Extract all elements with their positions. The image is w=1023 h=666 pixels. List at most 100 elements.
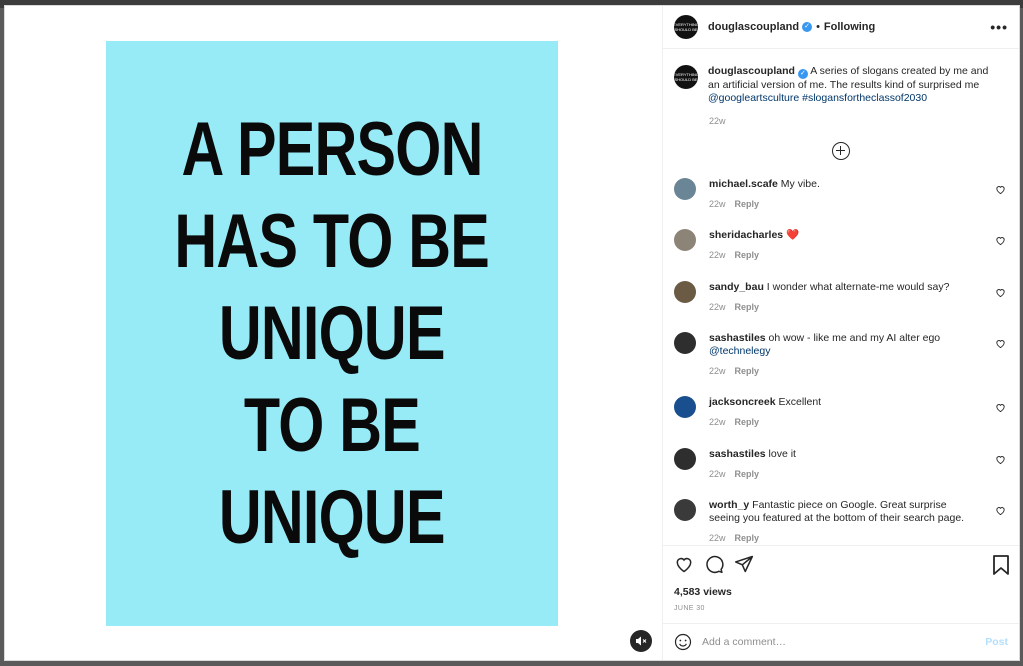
comment-row: sandy_bau I wonder what alternate-me wou… bbox=[674, 281, 1006, 312]
post-modal: A PERSON HAS TO BE UNIQUE TO BE UNIQUE E… bbox=[4, 5, 1020, 661]
comment-body: sashastiles love it 22w Reply bbox=[709, 448, 979, 479]
comment-input[interactable] bbox=[702, 636, 986, 648]
comment-row: sashastiles oh wow - like me and my AI a… bbox=[674, 332, 1006, 376]
post-media: A PERSON HAS TO BE UNIQUE TO BE UNIQUE bbox=[5, 6, 663, 660]
comment-username[interactable]: worth_y bbox=[709, 499, 749, 511]
comment-meta: 22w Reply bbox=[709, 469, 979, 479]
caption-avatar[interactable]: EVERYTHING SHOULD BE bbox=[674, 65, 698, 89]
avatar-text: EVERYTHING SHOULD BE bbox=[674, 22, 698, 32]
comment-meta: 22w Reply bbox=[709, 366, 979, 376]
comment-avatar[interactable] bbox=[674, 332, 696, 354]
comment-message: Excellent bbox=[775, 396, 822, 408]
comment-body: jacksoncreek Excellent 22w Reply bbox=[709, 396, 979, 427]
post-actions: 4,583 views JUNE 30 bbox=[663, 545, 1019, 623]
comment-text: michael.scafe My vibe. bbox=[709, 178, 979, 191]
heart-icon[interactable] bbox=[995, 338, 1006, 349]
reply-button[interactable]: Reply bbox=[735, 366, 760, 376]
poster-line-5: UNIQUE bbox=[219, 474, 446, 560]
comment-row: sheridacharles ❤️ 22w Reply bbox=[674, 229, 1006, 260]
reply-button[interactable]: Reply bbox=[735, 250, 760, 260]
header-username[interactable]: douglascoupland bbox=[708, 21, 799, 33]
heart-icon[interactable] bbox=[995, 505, 1006, 516]
reply-button[interactable]: Reply bbox=[735, 469, 760, 479]
post-header: EVERYTHING SHOULD BE douglascoupland ✓ •… bbox=[663, 6, 1019, 49]
caption-time: 22w bbox=[709, 116, 726, 126]
separator-dot: • bbox=[816, 21, 820, 33]
comment-avatar[interactable] bbox=[674, 229, 696, 251]
plus-circle-icon[interactable] bbox=[832, 142, 850, 160]
comment-body: worth_y Fantastic piece on Google. Great… bbox=[709, 499, 979, 543]
comment-time[interactable]: 22w bbox=[709, 250, 726, 260]
heart-icon[interactable] bbox=[995, 454, 1006, 465]
comment-row: sashastiles love it 22w Reply bbox=[674, 448, 1006, 479]
comment-row: michael.scafe My vibe. 22w Reply bbox=[674, 178, 1006, 209]
heart-icon[interactable] bbox=[995, 287, 1006, 298]
comment-mention-link[interactable]: @technelegy bbox=[709, 345, 770, 357]
reply-button[interactable]: Reply bbox=[735, 417, 760, 427]
comment-avatar[interactable] bbox=[674, 178, 696, 200]
reply-button[interactable]: Reply bbox=[735, 302, 760, 312]
comment-icon[interactable] bbox=[704, 554, 724, 574]
comment-username[interactable]: sheridacharles bbox=[709, 229, 783, 241]
comment-avatar[interactable] bbox=[674, 396, 696, 418]
share-icon[interactable] bbox=[734, 554, 754, 574]
comment-username[interactable]: sashastiles bbox=[709, 332, 766, 344]
action-icons bbox=[674, 554, 754, 574]
post-date[interactable]: JUNE 30 bbox=[674, 605, 705, 612]
avatar-text: EVERYTHING SHOULD BE bbox=[674, 72, 698, 82]
verified-icon: ✓ bbox=[802, 22, 813, 32]
comment-time[interactable]: 22w bbox=[709, 417, 726, 427]
caption-hashtag-link[interactable]: #slogansfortheclassof2030 bbox=[799, 92, 927, 104]
poster-line-3: UNIQUE bbox=[219, 290, 446, 376]
comment-avatar[interactable] bbox=[674, 281, 696, 303]
emoji-icon[interactable] bbox=[674, 633, 692, 651]
comment-meta: 22w Reply bbox=[709, 417, 979, 427]
comment-username[interactable]: sandy_bau bbox=[709, 281, 764, 293]
more-icon[interactable]: ••• bbox=[990, 19, 1008, 35]
post-comment-button[interactable]: Post bbox=[985, 636, 1008, 648]
post-image[interactable]: A PERSON HAS TO BE UNIQUE TO BE UNIQUE bbox=[106, 41, 558, 626]
heart-icon[interactable] bbox=[674, 554, 694, 574]
heart-icon[interactable] bbox=[995, 184, 1006, 195]
comment-username[interactable]: sashastiles bbox=[709, 448, 766, 460]
bookmark-button[interactable] bbox=[992, 555, 1010, 575]
comment-time[interactable]: 22w bbox=[709, 366, 726, 376]
comment-username[interactable]: michael.scafe bbox=[709, 178, 778, 190]
comment-message: I wonder what alternate-me would say? bbox=[763, 281, 950, 293]
comment-time[interactable]: 22w bbox=[709, 533, 726, 543]
following-button[interactable]: Following bbox=[824, 21, 875, 33]
comment-text: sandy_bau I wonder what alternate-me wou… bbox=[709, 281, 979, 294]
heart-icon[interactable] bbox=[995, 402, 1006, 413]
comment-username[interactable]: jacksoncreek bbox=[709, 396, 776, 408]
comment-text: sashastiles oh wow - like me and my AI a… bbox=[709, 332, 979, 358]
bookmark-icon[interactable] bbox=[992, 555, 1010, 575]
reply-button[interactable]: Reply bbox=[735, 199, 760, 209]
load-more-comments[interactable] bbox=[663, 142, 1019, 162]
comment-text: sashastiles love it bbox=[709, 448, 979, 461]
comment-message: ❤️ bbox=[783, 229, 800, 241]
caption-username[interactable]: douglascoupland bbox=[708, 65, 795, 77]
author-avatar[interactable]: EVERYTHING SHOULD BE bbox=[674, 15, 698, 39]
comment-time[interactable]: 22w bbox=[709, 199, 726, 209]
comment-text: worth_y Fantastic piece on Google. Great… bbox=[709, 499, 979, 525]
comment-message: oh wow - like me and my AI alter ego bbox=[765, 332, 941, 344]
comment-meta: 22w Reply bbox=[709, 250, 979, 260]
poster-line-1: A PERSON bbox=[181, 106, 483, 192]
poster-line-4: TO BE bbox=[243, 382, 421, 468]
view-count[interactable]: 4,583 views bbox=[674, 586, 732, 598]
reply-button[interactable]: Reply bbox=[735, 533, 760, 543]
comment-body: michael.scafe My vibe. 22w Reply bbox=[709, 178, 979, 209]
post-caption: EVERYTHING SHOULD BE douglascoupland ✓ A … bbox=[663, 49, 1019, 105]
comment-avatar[interactable] bbox=[674, 448, 696, 470]
comment-time[interactable]: 22w bbox=[709, 469, 726, 479]
comment-time[interactable]: 22w bbox=[709, 302, 726, 312]
comment-avatar[interactable] bbox=[674, 499, 696, 521]
caption-mention-link[interactable]: @googleartsculture bbox=[708, 92, 799, 104]
poster-line-2: HAS TO BE bbox=[174, 198, 490, 284]
heart-icon[interactable] bbox=[995, 235, 1006, 246]
comments-list[interactable]: EVERYTHING SHOULD BE douglascoupland ✓ A … bbox=[663, 49, 1019, 545]
comment-meta: 22w Reply bbox=[709, 533, 979, 543]
comment-message: My vibe. bbox=[777, 178, 820, 190]
comment-message: love it bbox=[765, 448, 796, 460]
mute-button[interactable] bbox=[630, 630, 652, 652]
